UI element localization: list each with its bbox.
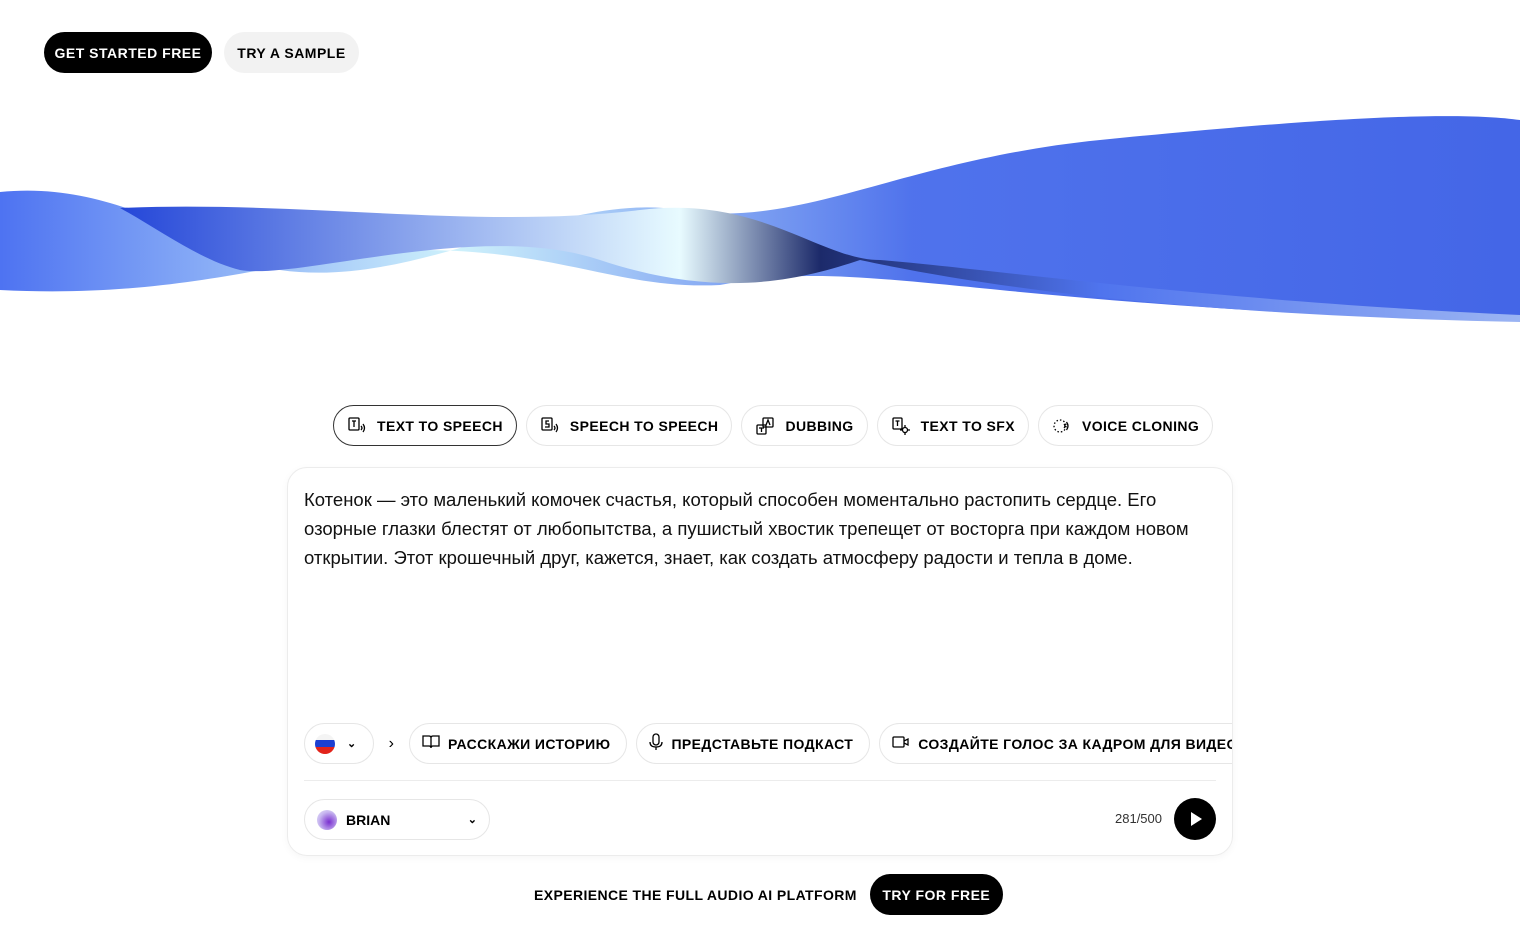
tab-label: VOICE CLONING bbox=[1081, 417, 1200, 434]
tab-dubbing[interactable]: DUBBING bbox=[741, 405, 868, 446]
chip-label: РАССКАЖИ ИСТОРИЮ bbox=[447, 735, 611, 752]
chevron-down-icon: ⌄ bbox=[347, 738, 357, 750]
tab-text-to-sfx[interactable]: TEXT TO SFX bbox=[876, 405, 1029, 446]
tab-label: TEXT TO SPEECH bbox=[377, 417, 503, 434]
voice-cloning-icon bbox=[1052, 416, 1072, 436]
chip-podcast[interactable]: ПРЕДСТАВЬТЕ ПОДКАСТ bbox=[636, 723, 871, 764]
try-sample-button[interactable]: TRY A SAMPLE bbox=[224, 32, 359, 73]
text-to-sfx-icon bbox=[891, 416, 911, 436]
book-icon bbox=[422, 734, 440, 753]
play-button[interactable] bbox=[1174, 798, 1216, 840]
voice-select[interactable]: BRIAN ⌄ bbox=[304, 799, 490, 840]
text-input[interactable]: Котенок — это маленький комочек счастья,… bbox=[304, 485, 1214, 572]
voice-name: BRIAN bbox=[346, 811, 391, 828]
chip-voiceover[interactable]: СОЗДАЙТЕ ГОЛОС ЗА КАДРОМ ДЛЯ ВИДЕО bbox=[879, 723, 1233, 764]
voice-avatar bbox=[317, 809, 337, 830]
divider bbox=[304, 780, 1216, 781]
play-icon bbox=[1191, 812, 1202, 826]
footer-cta: EXPERIENCE THE FULL AUDIO AI PLATFORM TR… bbox=[534, 874, 1003, 915]
footer-text: EXPERIENCE THE FULL AUDIO AI PLATFORM bbox=[534, 886, 857, 903]
character-count: 281/500 bbox=[1115, 811, 1162, 826]
video-icon bbox=[892, 735, 910, 752]
chip-tell-story[interactable]: РАССКАЖИ ИСТОРИЮ bbox=[408, 723, 628, 764]
microphone-icon bbox=[649, 733, 664, 754]
chip-label: СОЗДАЙТЕ ГОЛОС ЗА КАДРОМ ДЛЯ ВИДЕО bbox=[918, 735, 1233, 752]
language-select[interactable]: ⌄ bbox=[304, 723, 374, 764]
tab-label: SPEECH TO SPEECH bbox=[569, 417, 719, 434]
tab-text-to-speech[interactable]: TEXT TO SPEECH bbox=[333, 405, 517, 446]
dubbing-icon bbox=[755, 416, 775, 436]
chevron-down-icon: ⌄ bbox=[467, 814, 477, 826]
try-for-free-button[interactable]: TRY FOR FREE bbox=[869, 874, 1003, 915]
tts-editor-card: Котенок — это маленький комочек счастья,… bbox=[287, 467, 1233, 856]
speech-to-speech-icon bbox=[540, 416, 560, 436]
product-tabs: TEXT TO SPEECH SPEECH TO SPEECH DUBBING … bbox=[333, 405, 1214, 446]
get-started-button[interactable]: GET STARTED FREE bbox=[44, 32, 212, 73]
tab-label: TEXT TO SFX bbox=[920, 417, 1015, 434]
prompt-chips: ⌄ › РАССКАЖИ ИСТОРИЮ ПРЕДСТАВЬТЕ ПОДКАСТ… bbox=[304, 723, 1233, 764]
russia-flag-icon bbox=[315, 733, 335, 754]
wave-graphic bbox=[0, 116, 1520, 322]
tab-speech-to-speech[interactable]: SPEECH TO SPEECH bbox=[525, 405, 733, 446]
tab-voice-cloning[interactable]: VOICE CLONING bbox=[1037, 405, 1214, 446]
tab-label: DUBBING bbox=[785, 417, 854, 434]
text-to-speech-icon bbox=[347, 416, 367, 436]
chevron-right-icon[interactable]: › bbox=[383, 735, 400, 753]
chip-label: ПРЕДСТАВЬТЕ ПОДКАСТ bbox=[671, 735, 854, 752]
